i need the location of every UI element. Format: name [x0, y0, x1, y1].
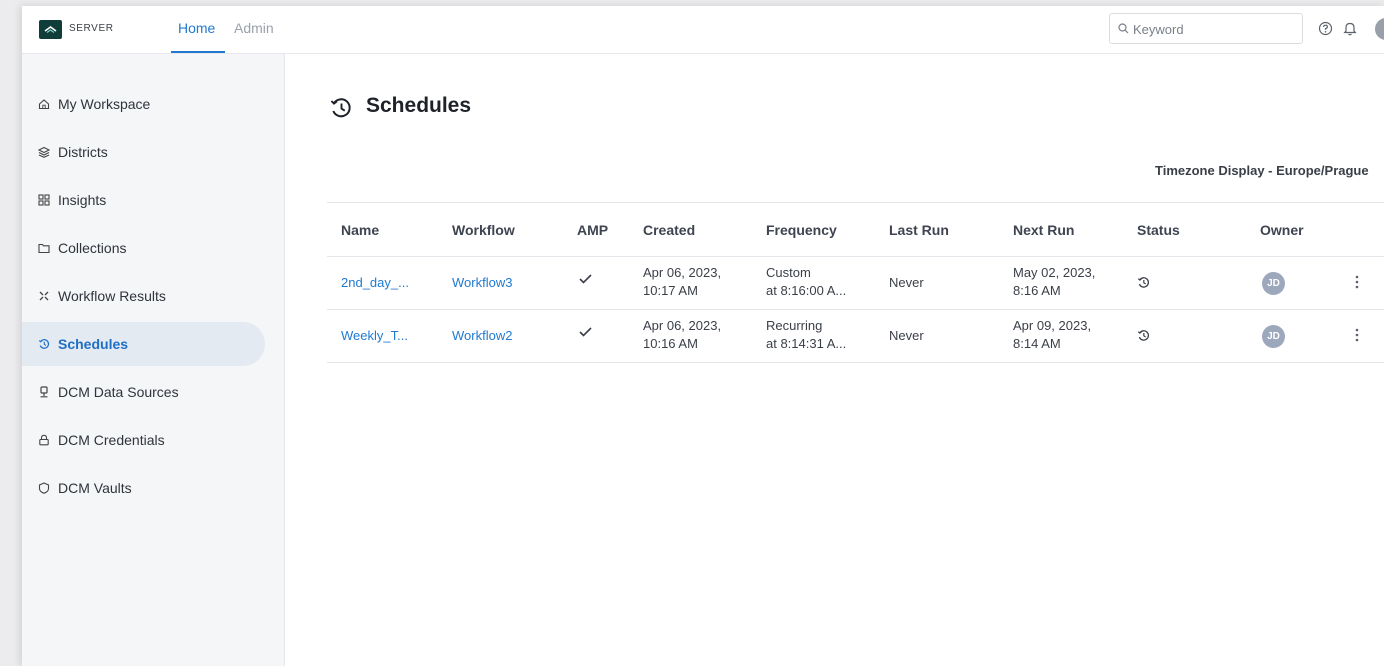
sidebar-item-label: DCM Credentials	[58, 432, 165, 448]
created-cell: Apr 06, 2023, 10:17 AM	[643, 264, 721, 300]
last-run-cell: Never	[889, 275, 924, 290]
sidebar-item-label: Districts	[58, 144, 108, 160]
sidebar-item-collections[interactable]: Collections	[22, 226, 265, 270]
table-row[interactable]: 2nd_day_... Workflow3 Apr 06, 2023, 10:1…	[327, 257, 1384, 310]
frequency-type: Recurring	[766, 318, 823, 333]
column-header-next-run[interactable]: Next Run	[1013, 222, 1074, 238]
column-header-created[interactable]: Created	[643, 222, 695, 238]
created-time: 10:17 AM	[643, 283, 698, 298]
sidebar-item-dcm-vaults[interactable]: DCM Vaults	[22, 466, 265, 510]
created-cell: Apr 06, 2023, 10:16 AM	[643, 317, 721, 353]
next-run-time: 8:14 AM	[1013, 336, 1061, 351]
page-title: Schedules	[366, 94, 472, 117]
frequency-detail: at 8:14:31 A...	[766, 336, 847, 351]
home-icon	[38, 98, 50, 110]
logo[interactable]	[39, 20, 62, 39]
sidebar-item-label: Schedules	[58, 336, 129, 352]
brand-name: SERVER	[69, 23, 114, 34]
search-icon	[1118, 23, 1129, 34]
sidebar-item-label: Insights	[58, 192, 107, 208]
sidebar-item-dcm-data-sources[interactable]: DCM Data Sources	[22, 370, 265, 414]
column-header-owner[interactable]: Owner	[1260, 222, 1304, 238]
schedules-table: Name Workflow AMP Created Frequency Last…	[327, 202, 1384, 363]
sidebar-item-label: Collections	[58, 240, 127, 256]
created-time: 10:16 AM	[643, 336, 698, 351]
owner-avatar[interactable]: JD	[1262, 325, 1285, 348]
check-icon	[579, 274, 592, 284]
lock-icon	[38, 434, 50, 446]
sidebar-item-label: DCM Data Sources	[58, 384, 179, 400]
owner-avatar[interactable]: JD	[1262, 272, 1285, 295]
nav-active-indicator	[171, 51, 225, 53]
folder-icon	[38, 242, 50, 254]
check-icon	[579, 327, 592, 337]
sidebar-item-schedules[interactable]: Schedules	[22, 322, 265, 366]
next-run-date: Apr 09, 2023,	[1013, 318, 1092, 333]
app-window: SERVER Home Admin My Workspace	[22, 6, 1384, 666]
layers-icon	[38, 146, 50, 158]
timezone-display: Timezone Display - Europe/Prague	[1155, 163, 1369, 178]
created-date: Apr 06, 2023,	[643, 265, 722, 280]
more-options-icon[interactable]	[1355, 275, 1359, 289]
sidebar-item-workflow-results[interactable]: Workflow Results	[22, 274, 265, 318]
vault-icon	[38, 482, 50, 494]
grid-icon	[38, 194, 50, 206]
column-header-amp[interactable]: AMP	[577, 222, 608, 238]
column-header-name[interactable]: Name	[341, 222, 379, 238]
sidebar-item-label: DCM Vaults	[58, 480, 132, 496]
table-header: Name Workflow AMP Created Frequency Last…	[327, 202, 1384, 257]
history-icon	[38, 338, 50, 350]
sidebar-item-districts[interactable]: Districts	[22, 130, 265, 174]
column-header-frequency[interactable]: Frequency	[766, 222, 837, 238]
schedule-name-link[interactable]: 2nd_day_...	[341, 274, 409, 292]
more-options-icon[interactable]	[1355, 328, 1359, 342]
next-run-cell: Apr 09, 2023, 8:14 AM	[1013, 317, 1091, 353]
nav-tab-admin[interactable]: Admin	[234, 20, 274, 36]
frequency-detail: at 8:16:00 A...	[766, 283, 847, 298]
sidebar-item-dcm-credentials[interactable]: DCM Credentials	[22, 418, 265, 462]
sidebar-item-label: My Workspace	[58, 96, 151, 112]
sidebar: My Workspace Districts Insights Collecti…	[22, 54, 285, 666]
last-run-cell: Never	[889, 328, 924, 343]
workflow-link[interactable]: Workflow2	[452, 327, 512, 345]
history-icon	[1137, 330, 1150, 341]
created-date: Apr 06, 2023,	[643, 318, 722, 333]
next-run-cell: May 02, 2023, 8:16 AM	[1013, 264, 1095, 300]
next-run-date: May 02, 2023,	[1013, 265, 1096, 280]
column-header-workflow[interactable]: Workflow	[452, 222, 515, 238]
next-run-time: 8:16 AM	[1013, 283, 1061, 298]
sidebar-item-label: Workflow Results	[58, 288, 166, 304]
user-avatar[interactable]	[1375, 18, 1384, 40]
sidebar-item-my-workspace[interactable]: My Workspace	[22, 82, 265, 126]
help-icon[interactable]	[1318, 21, 1333, 36]
sidebar-item-insights[interactable]: Insights	[22, 178, 265, 222]
bell-icon[interactable]	[1343, 21, 1357, 36]
history-icon	[330, 98, 351, 118]
column-header-last-run[interactable]: Last Run	[889, 222, 949, 238]
workflow-icon	[38, 290, 50, 302]
frequency-type: Custom	[766, 265, 811, 280]
column-header-status[interactable]: Status	[1137, 222, 1180, 238]
datasource-icon	[38, 386, 50, 398]
search-input[interactable]	[1131, 19, 1295, 39]
search-box[interactable]	[1109, 13, 1303, 44]
nav-tab-home[interactable]: Home	[178, 20, 215, 36]
frequency-cell: Recurring at 8:14:31 A...	[766, 317, 846, 353]
table-row[interactable]: Weekly_T... Workflow2 Apr 06, 2023, 10:1…	[327, 310, 1384, 363]
history-icon	[1137, 277, 1150, 288]
schedule-name-link[interactable]: Weekly_T...	[341, 327, 408, 345]
frequency-cell: Custom at 8:16:00 A...	[766, 264, 846, 300]
workflow-link[interactable]: Workflow3	[452, 274, 512, 292]
top-bar: SERVER Home Admin	[22, 6, 1384, 54]
logo-icon	[44, 26, 57, 33]
